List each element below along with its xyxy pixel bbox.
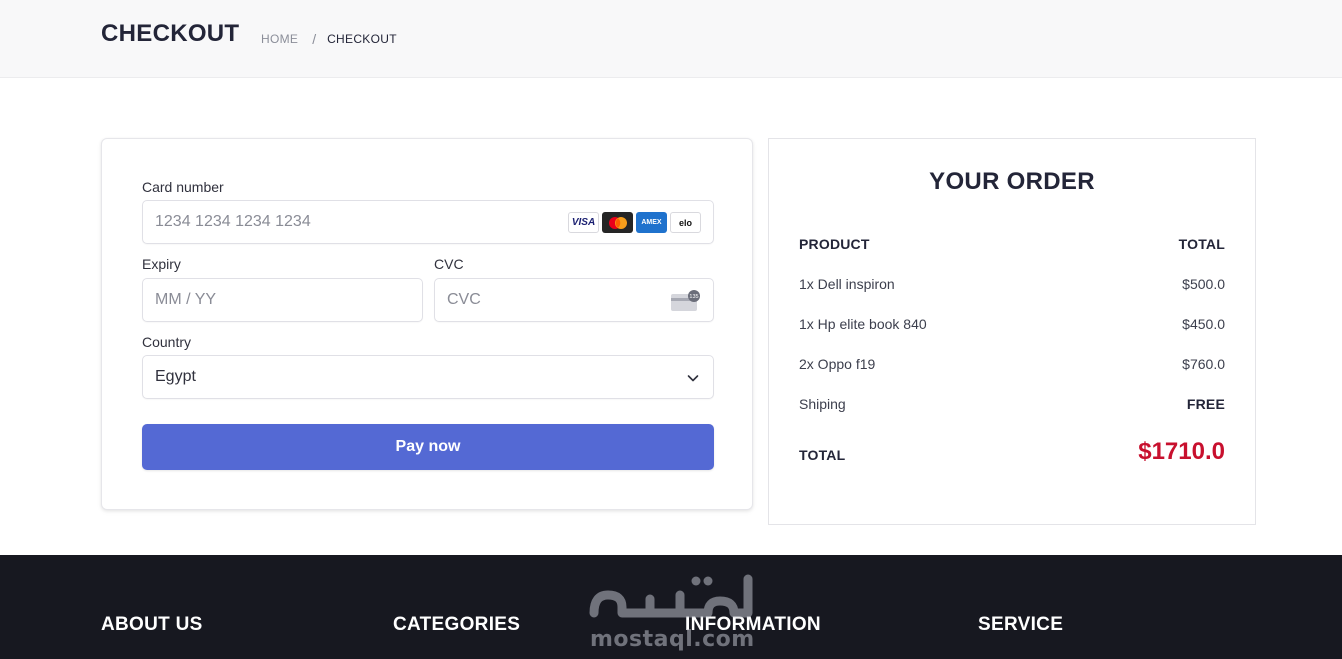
breadcrumb-home-link[interactable]: HOME <box>261 32 298 46</box>
cvc-card-icon: 135 <box>671 290 700 311</box>
cvc-label: CVC <box>434 256 464 272</box>
watermark-arabic-logo-icon <box>589 574 753 618</box>
order-header-row: PRODUCT TOTAL <box>799 236 1225 252</box>
mastercard-icon <box>602 212 633 233</box>
country-selected-value: Egypt <box>155 368 196 385</box>
cvc-field[interactable]: 135 <box>434 278 714 322</box>
watermark-logo: mostaql.com <box>588 565 758 652</box>
order-item-row: 1x Hp elite book 840 $450.0 <box>799 316 1225 332</box>
page-header: CHECKOUT HOME / CHECKOUT <box>0 0 1342 78</box>
order-item-name: 2x Oppo f19 <box>799 356 876 372</box>
card-number-label: Card number <box>142 179 224 195</box>
total-amount: $1710.0 <box>1138 438 1225 465</box>
cvc-icon-number: 135 <box>689 294 698 300</box>
watermark-text: mostaql.com <box>590 627 755 652</box>
breadcrumb-separator: / <box>312 31 317 47</box>
visa-icon: VISA <box>568 212 599 233</box>
order-item-row: 1x Dell inspiron $500.0 <box>799 276 1225 292</box>
breadcrumb: HOME / CHECKOUT <box>261 31 397 47</box>
payment-form-card: Card number VISA AMEX elo Expiry CVC 135… <box>101 138 753 510</box>
product-column-header: PRODUCT <box>799 236 870 252</box>
country-label: Country <box>142 334 192 350</box>
breadcrumb-current: CHECKOUT <box>327 32 397 46</box>
order-title: YOUR ORDER <box>929 168 1095 195</box>
order-item-row: 2x Oppo f19 $760.0 <box>799 356 1225 372</box>
total-label: TOTAL <box>799 447 846 463</box>
order-item-price: $760.0 <box>1182 356 1225 372</box>
total-row: TOTAL $1710.0 <box>799 437 1225 467</box>
card-number-input[interactable] <box>155 201 611 243</box>
page-title: CHECKOUT <box>101 20 240 47</box>
cvc-input[interactable] <box>447 279 642 321</box>
order-item-name: 1x Dell inspiron <box>799 276 895 292</box>
footer-heading-about: ABOUT US <box>101 614 203 635</box>
country-select[interactable]: Egypt <box>142 355 714 399</box>
order-item-price: $450.0 <box>1182 316 1225 332</box>
expiry-field[interactable] <box>142 278 423 322</box>
order-item-price: $500.0 <box>1182 276 1225 292</box>
card-number-field[interactable]: VISA AMEX elo <box>142 200 714 244</box>
total-column-header: TOTAL <box>1178 236 1225 252</box>
shipping-value: FREE <box>1186 396 1225 412</box>
site-footer: ABOUT US CATEGORIES INFORMATION SERVICE … <box>0 555 1342 659</box>
chevron-down-icon <box>687 375 699 382</box>
order-summary: YOUR ORDER PRODUCT TOTAL 1x Dell inspiro… <box>768 138 1256 525</box>
shipping-row: Shiping FREE <box>799 396 1225 412</box>
shipping-label: Shiping <box>799 396 846 412</box>
order-item-name: 1x Hp elite book 840 <box>799 316 927 332</box>
amex-icon: AMEX <box>636 212 667 233</box>
pay-now-button[interactable]: Pay now <box>142 424 714 470</box>
footer-heading-categories: CATEGORIES <box>393 614 521 635</box>
footer-heading-service: SERVICE <box>978 614 1064 635</box>
expiry-input[interactable] <box>155 279 379 321</box>
expiry-label: Expiry <box>142 256 181 272</box>
elo-icon: elo <box>670 212 701 233</box>
